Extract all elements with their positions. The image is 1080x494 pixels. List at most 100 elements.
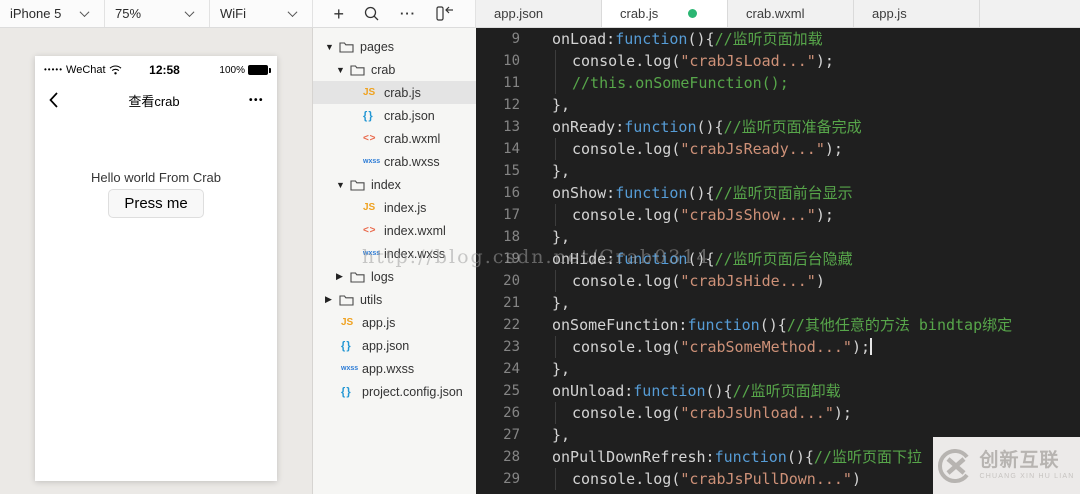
folder-icon (350, 271, 365, 283)
line-number: 12 (476, 94, 520, 116)
code-text: onHide:function(){//监听页面后台隐藏 (552, 248, 853, 270)
code-line[interactable]: 26 console.log("crabJsUnload..."); (476, 402, 1080, 424)
file-type-icon: JS (363, 202, 375, 213)
collapse-panel-icon[interactable] (436, 6, 454, 21)
code-text: onPullDownRefresh:function(){//监听页面下拉 (552, 446, 922, 468)
expand-arrow-icon[interactable]: ▶ (325, 294, 339, 305)
code-line[interactable]: 24 }, (476, 358, 1080, 380)
expand-arrow-icon[interactable]: ▶ (336, 271, 350, 282)
line-number: 25 (476, 380, 520, 402)
file-name: index.js (383, 201, 426, 215)
editor-tab[interactable]: crab.wxml (728, 0, 854, 27)
code-line[interactable]: 9 onLoad:function(){//监听页面加载 (476, 28, 1080, 50)
file-name: app.wxss (361, 362, 414, 376)
code-editor[interactable]: 9 onLoad:function(){//监听页面加载 10 console.… (476, 28, 1080, 494)
file-tree-item[interactable]: ▼ crab (313, 58, 476, 81)
code-text: onReady:function(){//监听页面准备完成 (552, 116, 862, 138)
main-area: ••••• WeChat 12:58 100% 查看crab ••• (0, 28, 1080, 494)
tab-label: app.js (872, 6, 907, 21)
line-number: 26 (476, 402, 520, 424)
text-cursor (870, 338, 872, 355)
more-options-icon[interactable]: ··· (400, 6, 416, 21)
add-icon[interactable]: + (333, 5, 344, 23)
tab-label: app.json (494, 6, 543, 21)
file-tree-item[interactable]: < > crab.wxml (313, 127, 476, 150)
line-number: 19 (476, 248, 520, 270)
line-number: 20 (476, 270, 520, 292)
press-me-button[interactable]: Press me (108, 189, 203, 218)
zoom-selector[interactable]: 75% (105, 0, 210, 27)
code-line[interactable]: 15 }, (476, 160, 1080, 182)
file-tree-item[interactable]: ▶ logs (313, 265, 476, 288)
expand-arrow-icon[interactable]: ▼ (325, 42, 339, 52)
code-text: console.log("crabSomeMethod..."); (555, 336, 872, 358)
folder-icon (350, 179, 365, 191)
code-line[interactable]: 10 console.log("crabJsLoad..."); (476, 50, 1080, 72)
file-type-icon: { } (363, 110, 372, 122)
file-tree-item[interactable]: ▶ utils (313, 288, 476, 311)
file-tree-item[interactable]: ▼ index (313, 173, 476, 196)
file-explorer-panel: ▼ pages ▼ crab JS crab.js { } crab.json … (313, 28, 476, 494)
code-text: onSomeFunction:function(){//其他任意的方法 bind… (552, 314, 1012, 336)
tab-label: crab.wxml (746, 6, 805, 21)
line-number: 13 (476, 116, 520, 138)
file-tree-item[interactable]: < > index.wxml (313, 219, 476, 242)
editor-tab[interactable]: crab.js (602, 0, 728, 27)
code-line[interactable]: 14 console.log("crabJsReady..."); (476, 138, 1080, 160)
file-name: app.js (361, 316, 395, 330)
file-type-icon: wxss (363, 250, 380, 257)
file-tree-item[interactable]: { } app.json (313, 334, 476, 357)
code-line[interactable]: 13 onReady:function(){//监听页面准备完成 (476, 116, 1080, 138)
code-line[interactable]: 25 onUnload:function(){//监听页面卸载 (476, 380, 1080, 402)
back-arrow-icon[interactable] (48, 91, 59, 109)
file-tree-item[interactable]: wxss index.wxss (313, 242, 476, 265)
code-line[interactable]: 23 console.log("crabSomeMethod..."); (476, 336, 1080, 358)
code-line[interactable]: 16 onShow:function(){//监听页面前台显示 (476, 182, 1080, 204)
code-text: }, (552, 292, 570, 314)
file-name: crab.js (383, 86, 421, 100)
file-tree-item[interactable]: { } crab.json (313, 104, 476, 127)
line-number: 14 (476, 138, 520, 160)
code-line[interactable]: 20 console.log("crabJsHide...") (476, 270, 1080, 292)
network-selector[interactable]: WiFi (210, 0, 313, 27)
file-type-icon: JS (363, 87, 375, 98)
file-type-icon: < > (363, 225, 374, 236)
code-line[interactable]: 22 onSomeFunction:function(){//其他任意的方法 b… (476, 314, 1080, 336)
search-icon[interactable] (364, 6, 379, 21)
expand-arrow-icon[interactable]: ▼ (336, 65, 350, 75)
code-line[interactable]: 19 onHide:function(){//监听页面后台隐藏 (476, 248, 1080, 270)
file-name: crab.json (383, 109, 435, 123)
signal-carrier: ••••• WeChat (44, 64, 122, 76)
file-tree-item[interactable]: { } project.config.json (313, 380, 476, 403)
page-title: 查看crab (128, 91, 179, 110)
file-tree-item[interactable]: ▼ pages (313, 35, 476, 58)
line-number: 9 (476, 28, 520, 50)
editor-tab[interactable]: app.json (476, 0, 602, 27)
file-tree-item[interactable]: JS index.js (313, 196, 476, 219)
toolbar-icon-group: + ··· (313, 0, 476, 27)
file-tree-item[interactable]: wxss app.wxss (313, 357, 476, 380)
code-line[interactable]: 17 console.log("crabJsShow..."); (476, 204, 1080, 226)
code-line[interactable]: 11 //this.onSomeFunction(); (476, 72, 1080, 94)
file-name: project.config.json (361, 385, 463, 399)
code-text: }, (552, 94, 570, 116)
line-number: 10 (476, 50, 520, 72)
editor-tab[interactable]: app.js (854, 0, 980, 27)
file-tree-item[interactable]: wxss crab.wxss (313, 150, 476, 173)
file-tree-item[interactable]: JS app.js (313, 311, 476, 334)
code-line[interactable]: 21 }, (476, 292, 1080, 314)
code-text: console.log("crabJsUnload..."); (555, 402, 852, 424)
device-selector[interactable]: iPhone 5 (0, 0, 105, 27)
mini-program-page: Hello world From Crab Press me (35, 116, 277, 218)
more-menu-icon[interactable]: ••• (249, 95, 264, 106)
file-type-icon: wxss (341, 365, 358, 372)
line-number: 22 (476, 314, 520, 336)
network-selector-label: WiFi (220, 6, 246, 21)
file-tree-item[interactable]: JS crab.js (313, 81, 476, 104)
code-line[interactable]: 12 }, (476, 94, 1080, 116)
file-type-icon: { } (341, 340, 350, 352)
line-number: 11 (476, 72, 520, 94)
expand-arrow-icon[interactable]: ▼ (336, 180, 350, 190)
code-line[interactable]: 18 }, (476, 226, 1080, 248)
unsaved-changes-dot (688, 9, 697, 18)
